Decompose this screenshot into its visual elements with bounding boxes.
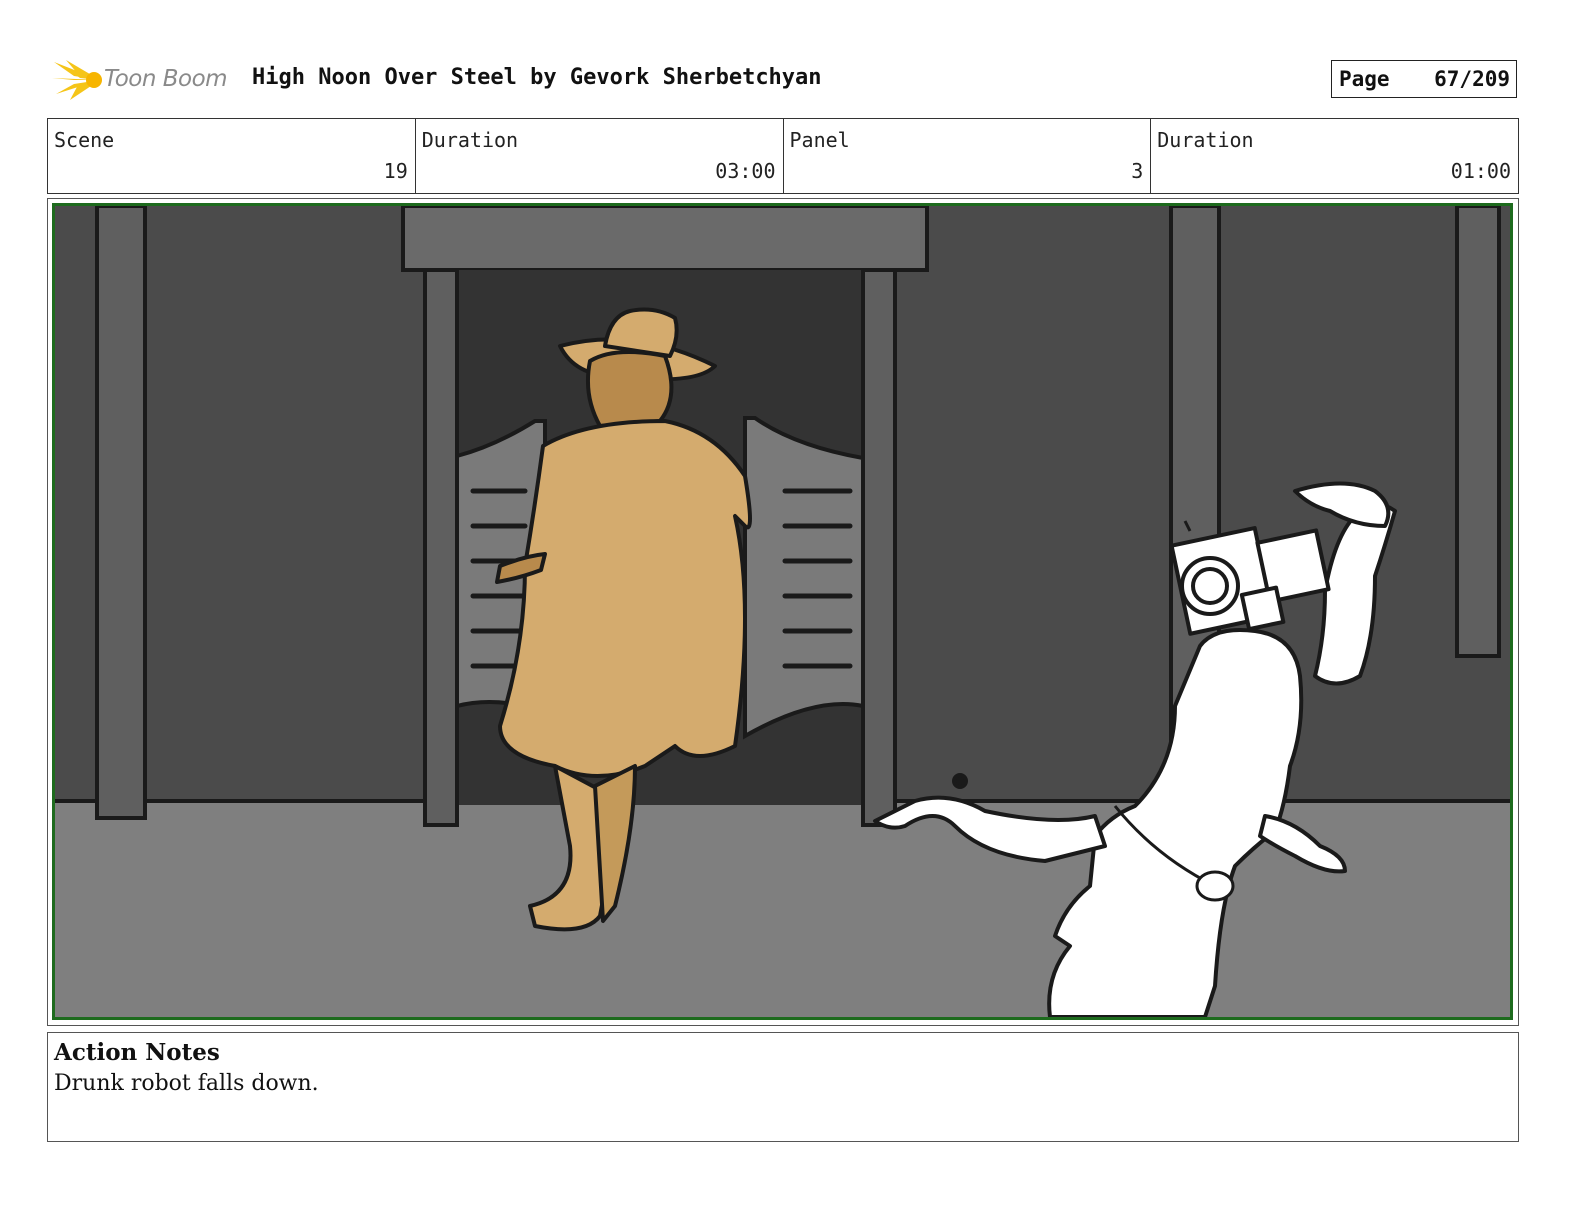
action-notes-box: Action Notes Drunk robot falls down. xyxy=(47,1032,1519,1142)
toon-boom-logo: Toon Boom xyxy=(48,58,238,102)
panel-duration-cell: Duration 01:00 xyxy=(1151,119,1518,193)
scene-value: 19 xyxy=(383,159,408,183)
storyboard-panel-frame xyxy=(47,198,1519,1026)
left-pillar xyxy=(95,206,147,820)
action-notes-text: Drunk robot falls down. xyxy=(54,1071,319,1096)
panel-info-row: Scene 19 Duration 03:00 Panel 3 Duration… xyxy=(47,118,1519,194)
logo-text: Toon Boom xyxy=(104,66,228,92)
storyboard-panel-image xyxy=(52,203,1513,1020)
swing-door-right xyxy=(743,416,865,740)
far-right-pillar xyxy=(1455,206,1501,658)
star-burst-icon xyxy=(52,60,102,100)
scene-duration-value: 03:00 xyxy=(715,159,776,183)
panel-value: 3 xyxy=(1131,159,1144,183)
door-post-left xyxy=(423,268,459,827)
scene-label: Scene xyxy=(54,128,115,152)
panel-duration-value: 01:00 xyxy=(1450,159,1511,183)
page-value: 67/209 xyxy=(1434,67,1510,91)
page-label: Page xyxy=(1339,67,1390,91)
document-title: High Noon Over Steel by Gevork Sherbetch… xyxy=(252,65,822,90)
saloon-scene-drawing xyxy=(55,206,1510,1017)
scene-duration-cell: Duration 03:00 xyxy=(416,119,784,193)
panel-label: Panel xyxy=(789,128,850,152)
page-header: Toon Boom High Noon Over Steel by Gevork… xyxy=(48,58,1520,102)
door-post-right xyxy=(861,268,897,827)
panel-cell: Panel 3 xyxy=(784,119,1152,193)
scene-duration-label: Duration xyxy=(421,128,519,152)
scene-cell: Scene 19 xyxy=(48,119,416,193)
door-lintel xyxy=(401,206,929,272)
page-counter: Page 67/209 xyxy=(1331,60,1517,98)
panel-duration-label: Duration xyxy=(1157,128,1254,152)
action-notes-heading: Action Notes xyxy=(54,1039,220,1066)
